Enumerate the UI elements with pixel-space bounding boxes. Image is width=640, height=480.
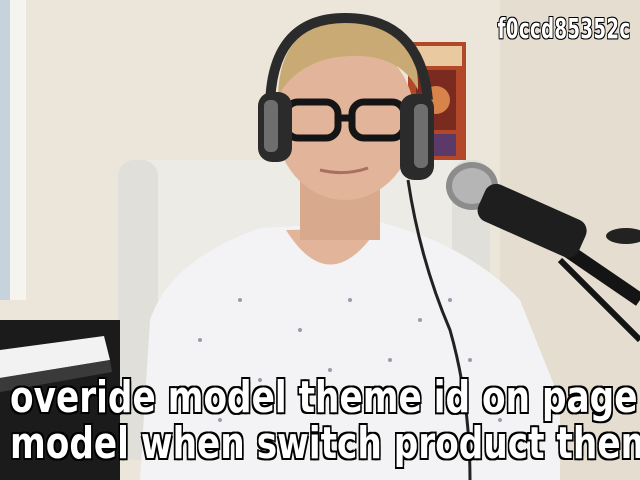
caption-line-2: model when switch product them	[9, 418, 640, 469]
caption-line-1: overide model theme id on page	[9, 372, 639, 423]
video-hash-label: f0ccd85352c	[496, 11, 630, 46]
video-frame: f0ccd85352c overide model theme id on pa…	[0, 0, 640, 480]
window-glass	[0, 0, 10, 300]
